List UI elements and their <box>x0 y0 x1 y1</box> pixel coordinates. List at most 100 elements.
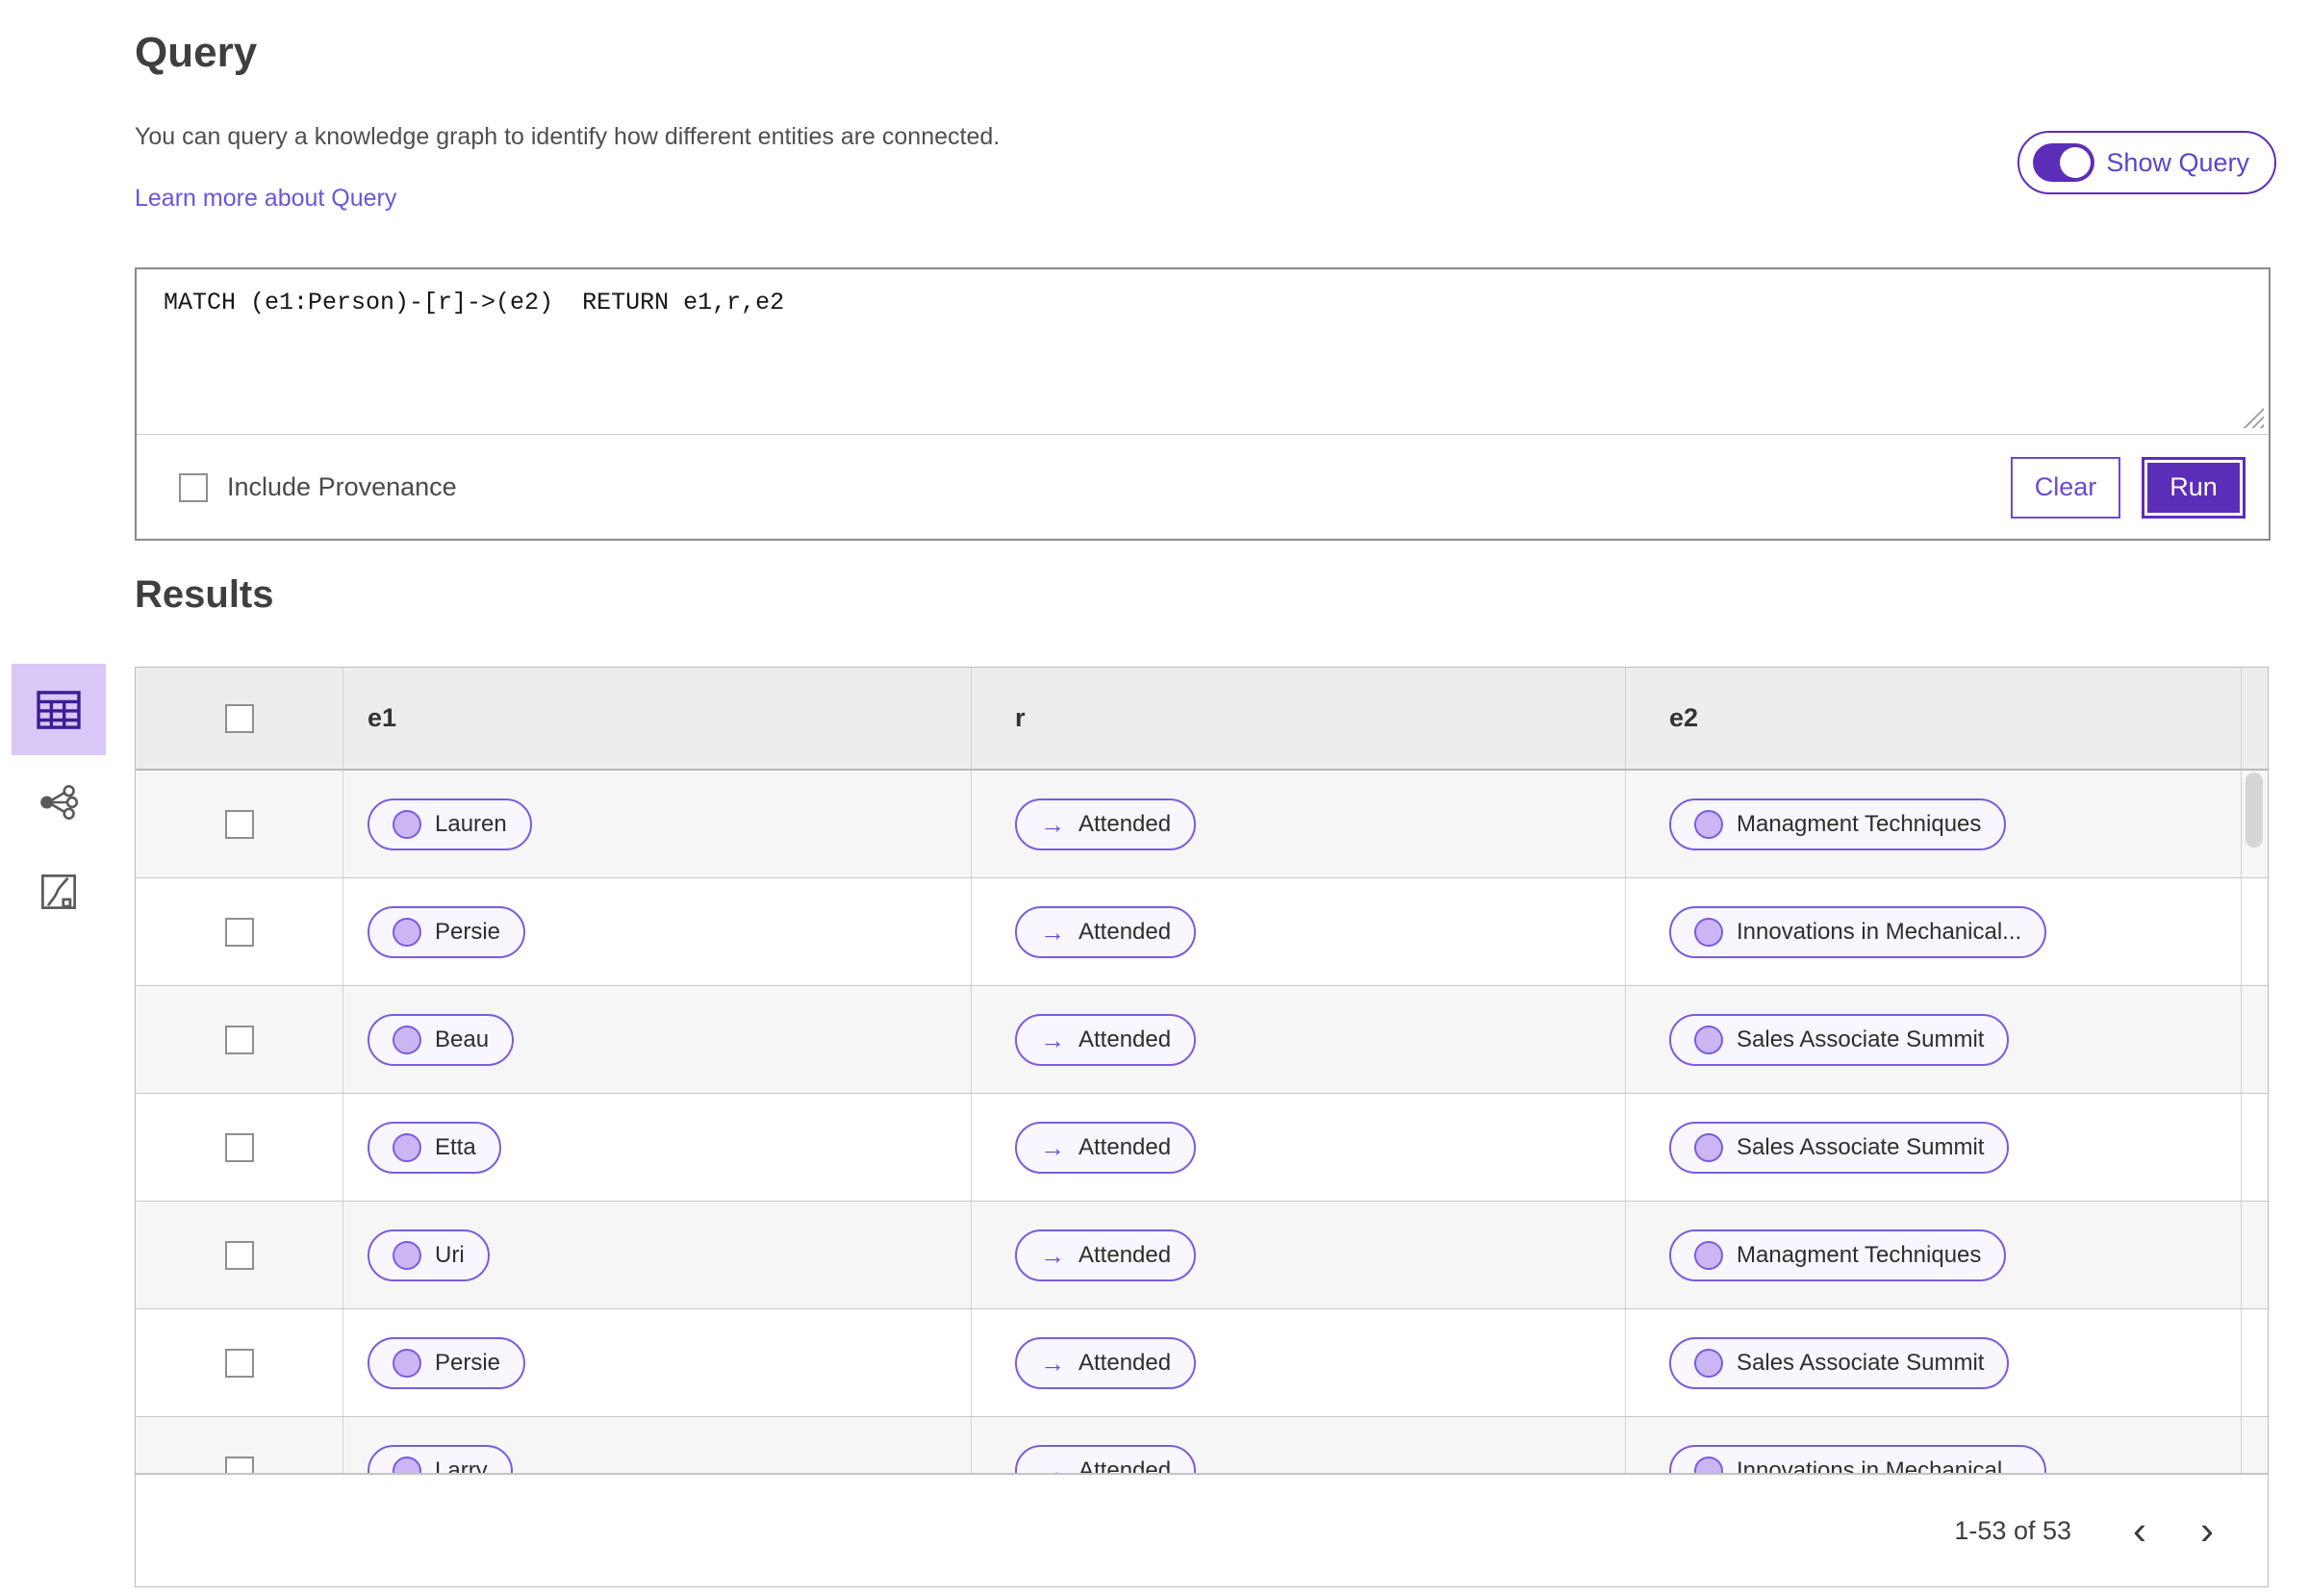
clear-button[interactable]: Clear <box>2011 456 2120 519</box>
results-table: e1 r e2 Lauren → Attended Managment Techn… <box>135 667 2269 1587</box>
entity-pill[interactable]: Persie <box>368 905 526 958</box>
relation-label: Attended <box>1078 1457 1172 1474</box>
entity-node-icon <box>393 1132 421 1162</box>
entity-pill[interactable]: Managment Techniques <box>1669 798 2007 850</box>
arrow-right-icon: → <box>1040 1456 1065 1474</box>
query-panel-footer: Include Provenance Clear Run <box>137 435 2269 540</box>
column-header-e1: e1 <box>368 703 397 732</box>
row-checkbox[interactable] <box>224 1132 254 1162</box>
entity-label: Etta <box>435 1133 476 1160</box>
row-checkbox[interactable] <box>224 1456 254 1473</box>
view-table-button[interactable] <box>12 664 106 755</box>
learn-more-link[interactable]: Learn more about Query <box>135 185 396 213</box>
query-textarea[interactable]: MATCH (e1:Person)-[r]->(e2) RETURN e1,r,… <box>137 269 2269 435</box>
graph-view-icon <box>40 785 78 820</box>
entity-pill[interactable]: Sales Associate Summit <box>1669 1121 2010 1174</box>
include-provenance-option: Include Provenance <box>179 472 457 502</box>
show-query-label: Show Query <box>2106 147 2249 177</box>
resize-handle-icon[interactable] <box>2243 407 2264 428</box>
entity-label: Persie <box>435 918 501 945</box>
entity-pill[interactable]: Innovations in Mechanical... <box>1669 905 2047 958</box>
table-body: Lauren → Attended Managment Techniques Pe… <box>136 771 2268 1473</box>
arrow-right-icon: → <box>1040 1240 1065 1270</box>
table-row: Beau → Attended Sales Associate Summit <box>136 986 2268 1094</box>
entity-pill[interactable]: Managment Techniques <box>1669 1229 2007 1281</box>
entity-label: Managment Techniques <box>1737 810 1982 837</box>
arrow-right-icon: → <box>1040 917 1065 947</box>
select-all-checkbox[interactable] <box>224 703 254 733</box>
entity-pill[interactable]: Sales Associate Summit <box>1669 1013 2010 1066</box>
arrow-right-icon: → <box>1040 809 1065 839</box>
view-graph-button[interactable] <box>27 774 90 830</box>
relation-label: Attended <box>1078 810 1172 837</box>
entity-pill[interactable]: Larry <box>368 1444 513 1473</box>
row-checkbox[interactable] <box>224 1025 254 1054</box>
next-page-button[interactable]: › <box>2200 1510 2214 1551</box>
include-provenance-label: Include Provenance <box>227 472 457 501</box>
relation-pill[interactable]: → Attended <box>1015 1121 1197 1174</box>
relation-pill[interactable]: → Attended <box>1015 905 1197 958</box>
entity-node-icon <box>1694 1456 1723 1473</box>
entity-pill[interactable]: Etta <box>368 1121 501 1174</box>
page-description: You can query a knowledge graph to ident… <box>135 123 1001 150</box>
entity-node-icon <box>1694 1132 1723 1162</box>
entity-node-icon <box>393 1456 421 1473</box>
row-checkbox[interactable] <box>224 917 254 947</box>
pagination-range: 1-53 of 53 <box>1954 1515 2071 1545</box>
relation-label: Attended <box>1078 1349 1172 1376</box>
entity-label: Sales Associate Summit <box>1737 1133 1985 1160</box>
view-chart-button[interactable] <box>27 864 90 920</box>
entity-pill[interactable]: Sales Associate Summit <box>1669 1336 2010 1389</box>
row-checkbox[interactable] <box>224 1348 254 1378</box>
relation-label: Attended <box>1078 918 1172 945</box>
table-row: Uri → Attended Managment Techniques <box>136 1202 2268 1309</box>
toggle-switch-icon <box>2033 143 2095 182</box>
entity-label: Managment Techniques <box>1737 1241 1982 1268</box>
entity-pill[interactable]: Uri <box>368 1229 490 1281</box>
entity-label: Sales Associate Summit <box>1737 1026 1985 1052</box>
entity-label: Sales Associate Summit <box>1737 1349 1985 1376</box>
run-button[interactable]: Run <box>2142 456 2246 519</box>
entity-pill[interactable]: Innovations in Mechanical... <box>1669 1444 2047 1473</box>
column-header-e2: e2 <box>1669 703 1699 732</box>
include-provenance-checkbox[interactable] <box>179 472 208 502</box>
query-action-buttons: Clear Run <box>2011 435 2246 540</box>
entity-node-icon <box>393 917 421 947</box>
relation-pill[interactable]: → Attended <box>1015 1336 1197 1389</box>
show-query-toggle[interactable]: Show Query <box>2017 131 2276 194</box>
query-page: Query Show Query You can query a knowled… <box>0 0 2309 1596</box>
entity-label: Beau <box>435 1026 490 1052</box>
table-row: Lauren → Attended Managment Techniques <box>136 771 2268 878</box>
entity-node-icon <box>1694 1025 1723 1054</box>
entity-node-icon <box>393 1348 421 1378</box>
table-pagination: 1-53 of 53 ‹ › <box>136 1473 2268 1586</box>
table-row: Persie → Attended Innovations in Mechanic… <box>136 878 2268 986</box>
arrow-right-icon: → <box>1040 1025 1065 1054</box>
vertical-scrollbar[interactable] <box>2246 773 2263 848</box>
relation-pill[interactable]: → Attended <box>1015 1444 1197 1474</box>
entity-pill[interactable]: Beau <box>368 1013 515 1066</box>
arrow-right-icon: → <box>1040 1132 1065 1162</box>
entity-node-icon <box>1694 1240 1723 1270</box>
relation-label: Attended <box>1078 1026 1172 1052</box>
entity-label: Lauren <box>435 810 507 837</box>
query-text: MATCH (e1:Person)-[r]->(e2) RETURN e1,r,… <box>164 289 785 317</box>
relation-label: Attended <box>1078 1241 1172 1268</box>
arrow-right-icon: → <box>1040 1348 1065 1378</box>
chart-view-icon <box>41 874 76 909</box>
row-checkbox[interactable] <box>224 809 254 839</box>
entity-pill[interactable]: Lauren <box>368 798 532 850</box>
entity-label: Uri <box>435 1241 465 1268</box>
entity-pill[interactable]: Persie <box>368 1336 526 1389</box>
column-header-r: r <box>1015 703 1026 732</box>
entity-node-icon <box>393 809 421 839</box>
relation-pill[interactable]: → Attended <box>1015 1229 1197 1281</box>
table-row: Etta → Attended Sales Associate Summit <box>136 1094 2268 1202</box>
previous-page-button[interactable]: ‹ <box>2133 1510 2146 1551</box>
relation-pill[interactable]: → Attended <box>1015 1013 1197 1066</box>
row-checkbox[interactable] <box>224 1240 254 1270</box>
entity-node-icon <box>1694 917 1723 947</box>
relation-pill[interactable]: → Attended <box>1015 798 1197 850</box>
entity-node-icon <box>1694 809 1723 839</box>
page-title: Query <box>135 29 258 76</box>
